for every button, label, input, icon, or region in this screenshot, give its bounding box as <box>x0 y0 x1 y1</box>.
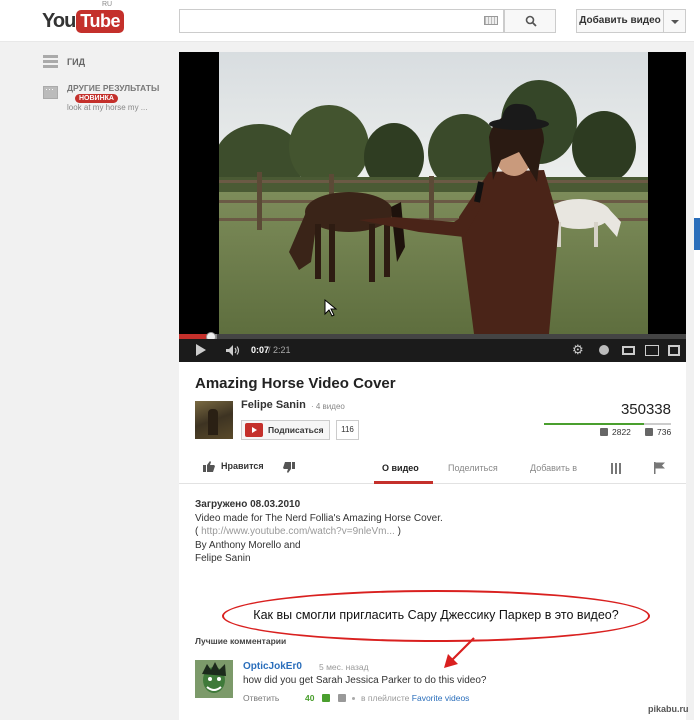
description-link-line: ( http://www.youtube.com/watch?v=9nleVm.… <box>195 525 443 539</box>
volume-icon[interactable] <box>226 345 240 356</box>
channel-avatar[interactable] <box>195 401 233 439</box>
fullscreen-icon[interactable] <box>668 345 680 356</box>
logo-tube-text: Tube <box>76 9 124 33</box>
subscriber-count: 116 <box>336 420 359 440</box>
description-link[interactable]: http://www.youtube.com/watch?v=9nleVm... <box>201 526 395 537</box>
time-total: / 2:21 <box>268 345 291 355</box>
upload-date: Загружено 08.03.2010 <box>195 499 301 510</box>
youtube-play-icon <box>245 423 263 437</box>
channel-name[interactable]: Felipe Sanin <box>241 399 306 411</box>
view-count: 350338 <box>620 401 671 418</box>
playlist-link[interactable]: Favorite videos <box>412 693 470 703</box>
dislike-icon[interactable] <box>283 462 295 473</box>
upload-dropdown-button[interactable] <box>664 9 686 33</box>
masthead: You Tube RU Добавить видео <box>0 0 700 42</box>
comment-votes: 40 <box>305 693 315 703</box>
upload-button[interactable]: Добавить видео <box>576 9 664 33</box>
reply-button[interactable]: Ответить <box>243 693 279 703</box>
page-edge <box>694 0 700 720</box>
subscribe-button[interactable]: Подписаться <box>241 420 330 440</box>
side-widget <box>694 218 700 250</box>
like-button[interactable]: Нравится <box>203 461 264 471</box>
stats-icon[interactable] <box>611 463 623 474</box>
video-image <box>219 52 648 334</box>
comments-header: Лучшие комментарии <box>195 636 287 646</box>
like-ratio-fill <box>544 423 645 425</box>
avatar-image <box>195 660 233 698</box>
description-line: Felipe Sanin <box>195 553 251 565</box>
annotations-icon[interactable] <box>599 345 609 355</box>
action-tabs: Нравится О видео Поделиться Добавить в <box>179 452 686 484</box>
comment-text: how did you get Sarah Jessica Parker to … <box>243 675 487 686</box>
tab-add-to[interactable]: Добавить в <box>530 463 577 473</box>
link-paren-close: ) <box>394 526 401 538</box>
comment-playlist: в плейлисте Favorite videos <box>361 693 469 703</box>
sidebar-item-guide[interactable]: ГИД <box>67 57 85 67</box>
time-current: 0:07 <box>251 345 270 355</box>
search-input[interactable] <box>179 9 504 33</box>
player-controls: 0:07 / 2:21 ⚙ <box>179 339 686 362</box>
small-player-icon[interactable] <box>622 346 635 355</box>
tab-about[interactable]: О видео <box>382 463 419 473</box>
watermark: pikabu.ru <box>648 704 689 714</box>
large-player-icon[interactable] <box>645 345 659 356</box>
guide-icon[interactable] <box>43 55 58 68</box>
sidebar-item-other-results[interactable]: ДРУГИЕ РЕЗУЛЬТАТЫ <box>67 83 159 93</box>
separator-dot <box>352 697 355 700</box>
description-line: Video made for The Nerd Follia's Amazing… <box>195 512 443 524</box>
channel-video-count[interactable]: · 4 видео <box>311 402 345 411</box>
comment-downvote-icon[interactable] <box>338 694 346 702</box>
comment-avatar[interactable] <box>195 660 233 698</box>
annotation-arrow <box>444 637 475 668</box>
comment-time: 5 мес. назад <box>319 662 369 672</box>
search-button[interactable] <box>504 9 556 33</box>
new-badge: НОВИНКА <box>75 94 118 103</box>
video-frame[interactable] <box>219 52 648 334</box>
logo-you-text: You <box>42 9 76 32</box>
video-description: Загружено 08.03.2010 Video made for The … <box>195 498 443 566</box>
tab-share[interactable]: Поделиться <box>448 463 498 473</box>
video-title: Amazing Horse Video Cover <box>195 375 396 392</box>
playlist-prefix: в плейлисте <box>361 693 410 703</box>
description-line: By Anthony Morello and <box>195 539 301 551</box>
more-results-icon[interactable] <box>43 84 58 99</box>
settings-gear-icon[interactable]: ⚙ <box>572 343 584 357</box>
search-icon <box>525 15 537 27</box>
comment-author[interactable]: OpticJokEr0 <box>243 661 302 672</box>
logo-region: RU <box>102 1 113 8</box>
comment-upvote-icon[interactable] <box>322 694 330 702</box>
active-tab-underline <box>374 481 433 484</box>
like-ratio-bar <box>544 423 671 425</box>
like-count: 2822 <box>612 427 631 437</box>
dislike-count: 736 <box>657 427 672 437</box>
annotation-text: Как вы смогли пригласить Сару Джессику П… <box>253 608 619 622</box>
youtube-logo[interactable]: You Tube <box>42 9 124 33</box>
subscribe-label: Подписаться <box>268 425 324 435</box>
keyboard-icon[interactable] <box>484 16 498 25</box>
flag-icon[interactable] <box>654 462 665 474</box>
play-icon[interactable] <box>196 344 206 356</box>
sidebar-item-other-subtitle[interactable]: look at my horse my ... <box>67 103 147 112</box>
video-player[interactable] <box>179 52 686 334</box>
